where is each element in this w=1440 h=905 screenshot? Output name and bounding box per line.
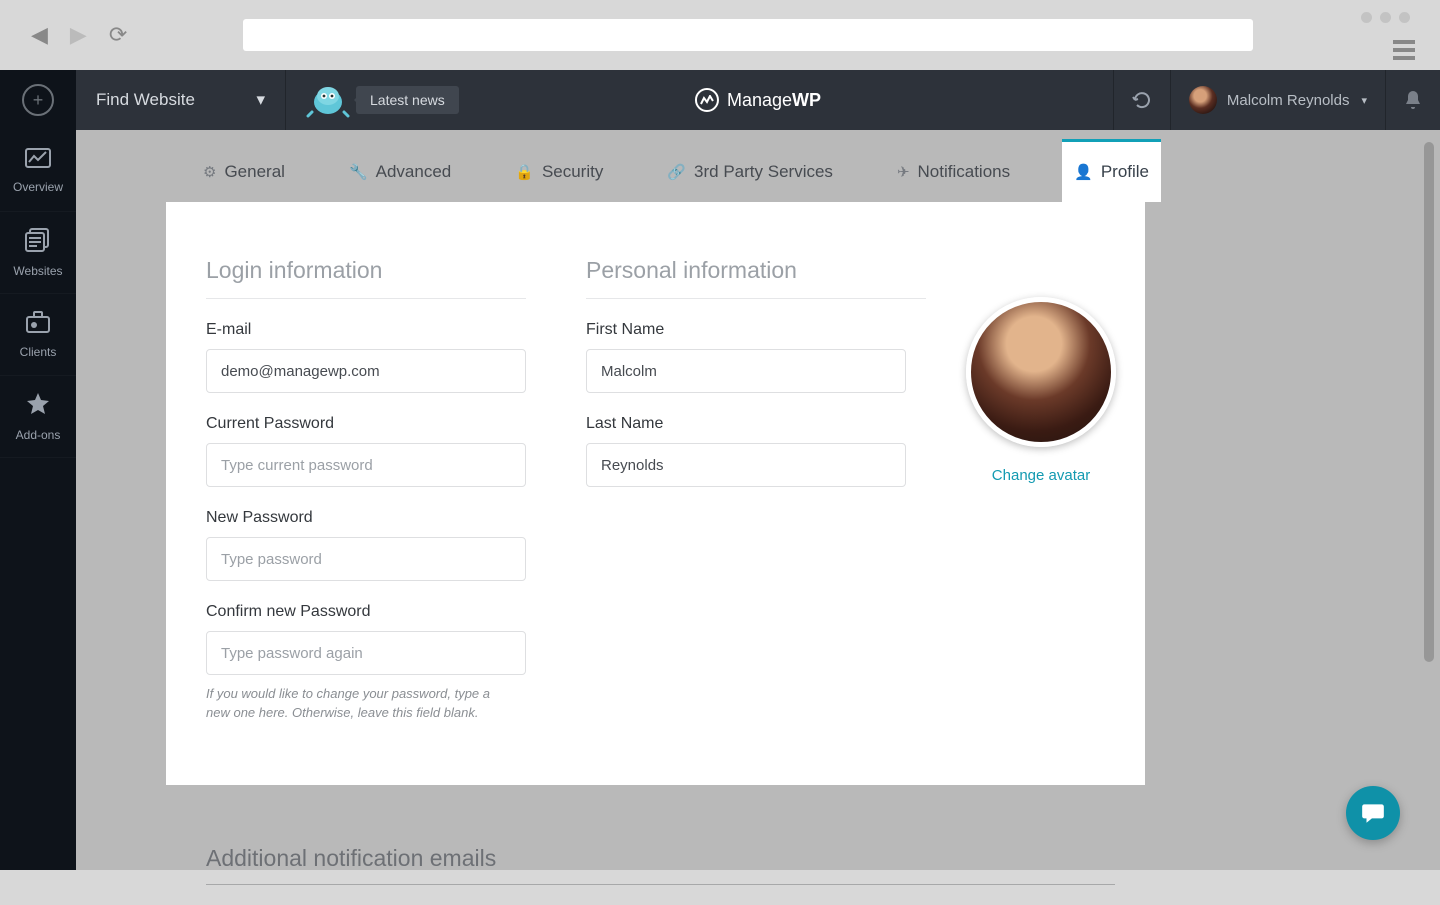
tab-services[interactable]: 🔗 3rd Party Services [655,142,845,202]
bell-icon [1404,90,1422,110]
clients-icon [26,311,50,339]
scrollbar[interactable] [1424,142,1434,662]
plus-icon: + [22,84,54,116]
user-icon: 👤 [1074,163,1093,181]
browser-refresh-icon[interactable]: ⟳ [103,18,133,52]
chat-icon [1360,800,1386,826]
personal-info-column: Personal information First Name Last Nam… [586,257,926,745]
new-password-label: New Password [206,509,526,527]
add-site-button[interactable]: + [0,70,76,130]
brand-logo: ManageWP [695,88,821,112]
sidebar-item-label: Websites [13,264,62,278]
login-info-title: Login information [206,257,526,299]
avatar-small [1189,86,1217,114]
latest-news-bubble: Latest news [356,86,459,114]
chat-button[interactable] [1346,786,1400,840]
browser-forward-icon[interactable]: ▶ [64,18,93,52]
additional-emails-section: Additional notification emails [176,825,1145,905]
sidebar-item-clients[interactable]: Clients [0,294,76,376]
first-name-label: First Name [586,321,926,339]
browser-menu-icon[interactable] [1393,40,1415,60]
tab-general[interactable]: ⚙ General [191,142,297,202]
user-name: Malcolm Reynolds [1227,92,1350,109]
tab-profile[interactable]: 👤 Profile [1062,139,1161,202]
caret-down-icon: ▾ [256,90,265,110]
browser-back-icon[interactable]: ◀ [25,18,54,52]
notifications-button[interactable] [1385,70,1440,130]
current-password-field[interactable] [206,443,526,487]
link-icon: 🔗 [667,163,686,181]
tab-label: Advanced [376,162,452,182]
user-menu[interactable]: Malcolm Reynolds ▾ [1170,70,1385,130]
login-info-column: Login information E-mail Current Passwor… [206,257,526,745]
password-hint: If you would like to change your passwor… [206,685,506,723]
tab-label: Security [542,162,603,182]
sidebar: + Overview Websites Clients [0,70,76,870]
confirm-password-field[interactable] [206,631,526,675]
tab-label: General [224,162,284,182]
overview-icon [25,148,51,174]
refresh-button[interactable] [1113,70,1170,130]
additional-emails-title: Additional notification emails [206,845,1115,885]
app-header: Find Website ▾ Latest news [76,70,1440,130]
send-icon: ✈ [897,163,910,181]
find-website-dropdown[interactable]: Find Website ▾ [76,70,286,130]
sidebar-item-label: Overview [13,180,63,194]
personal-info-title: Personal information [586,257,926,299]
tab-security[interactable]: 🔒 Security [503,142,615,202]
sidebar-item-websites[interactable]: Websites [0,212,76,294]
email-field[interactable] [206,349,526,393]
tab-label: Notifications [918,162,1011,182]
last-name-label: Last Name [586,415,926,433]
first-name-field[interactable] [586,349,906,393]
avatar-column: Change avatar [966,257,1116,745]
change-avatar-link[interactable]: Change avatar [992,467,1090,484]
url-bar[interactable] [243,19,1253,51]
websites-icon [25,228,51,258]
refresh-icon [1132,90,1152,110]
current-password-label: Current Password [206,415,526,433]
find-website-label: Find Website [96,90,195,110]
tab-advanced[interactable]: 🔧 Advanced [337,142,463,202]
confirm-password-label: Confirm new Password [206,603,526,621]
caret-down-icon: ▾ [1361,94,1367,107]
wrench-icon: 🔧 [349,163,368,181]
sidebar-item-label: Add-ons [16,428,61,442]
browser-chrome: ◀ ▶ ⟳ [0,0,1440,70]
news-widget[interactable]: Latest news [286,82,459,118]
tab-label: 3rd Party Services [694,162,833,182]
new-password-field[interactable] [206,537,526,581]
sidebar-item-overview[interactable]: Overview [0,130,76,212]
email-label: E-mail [206,321,526,339]
brand-icon [695,88,719,112]
settings-tabs: ⚙ General 🔧 Advanced 🔒 Security 🔗 3rd Pa… [76,130,1440,202]
window-controls [1361,12,1410,23]
tab-label: Profile [1101,162,1149,182]
tab-notifications[interactable]: ✈ Notifications [885,142,1022,202]
profile-panel: Login information E-mail Current Passwor… [166,202,1145,785]
gear-icon: ⚙ [203,163,216,181]
addons-icon [26,392,50,422]
sidebar-item-label: Clients [20,345,57,359]
lock-icon: 🔒 [515,163,534,181]
last-name-field[interactable] [586,443,906,487]
sidebar-item-addons[interactable]: Add-ons [0,376,76,458]
avatar-large [966,297,1116,447]
mascot-icon [306,82,350,118]
